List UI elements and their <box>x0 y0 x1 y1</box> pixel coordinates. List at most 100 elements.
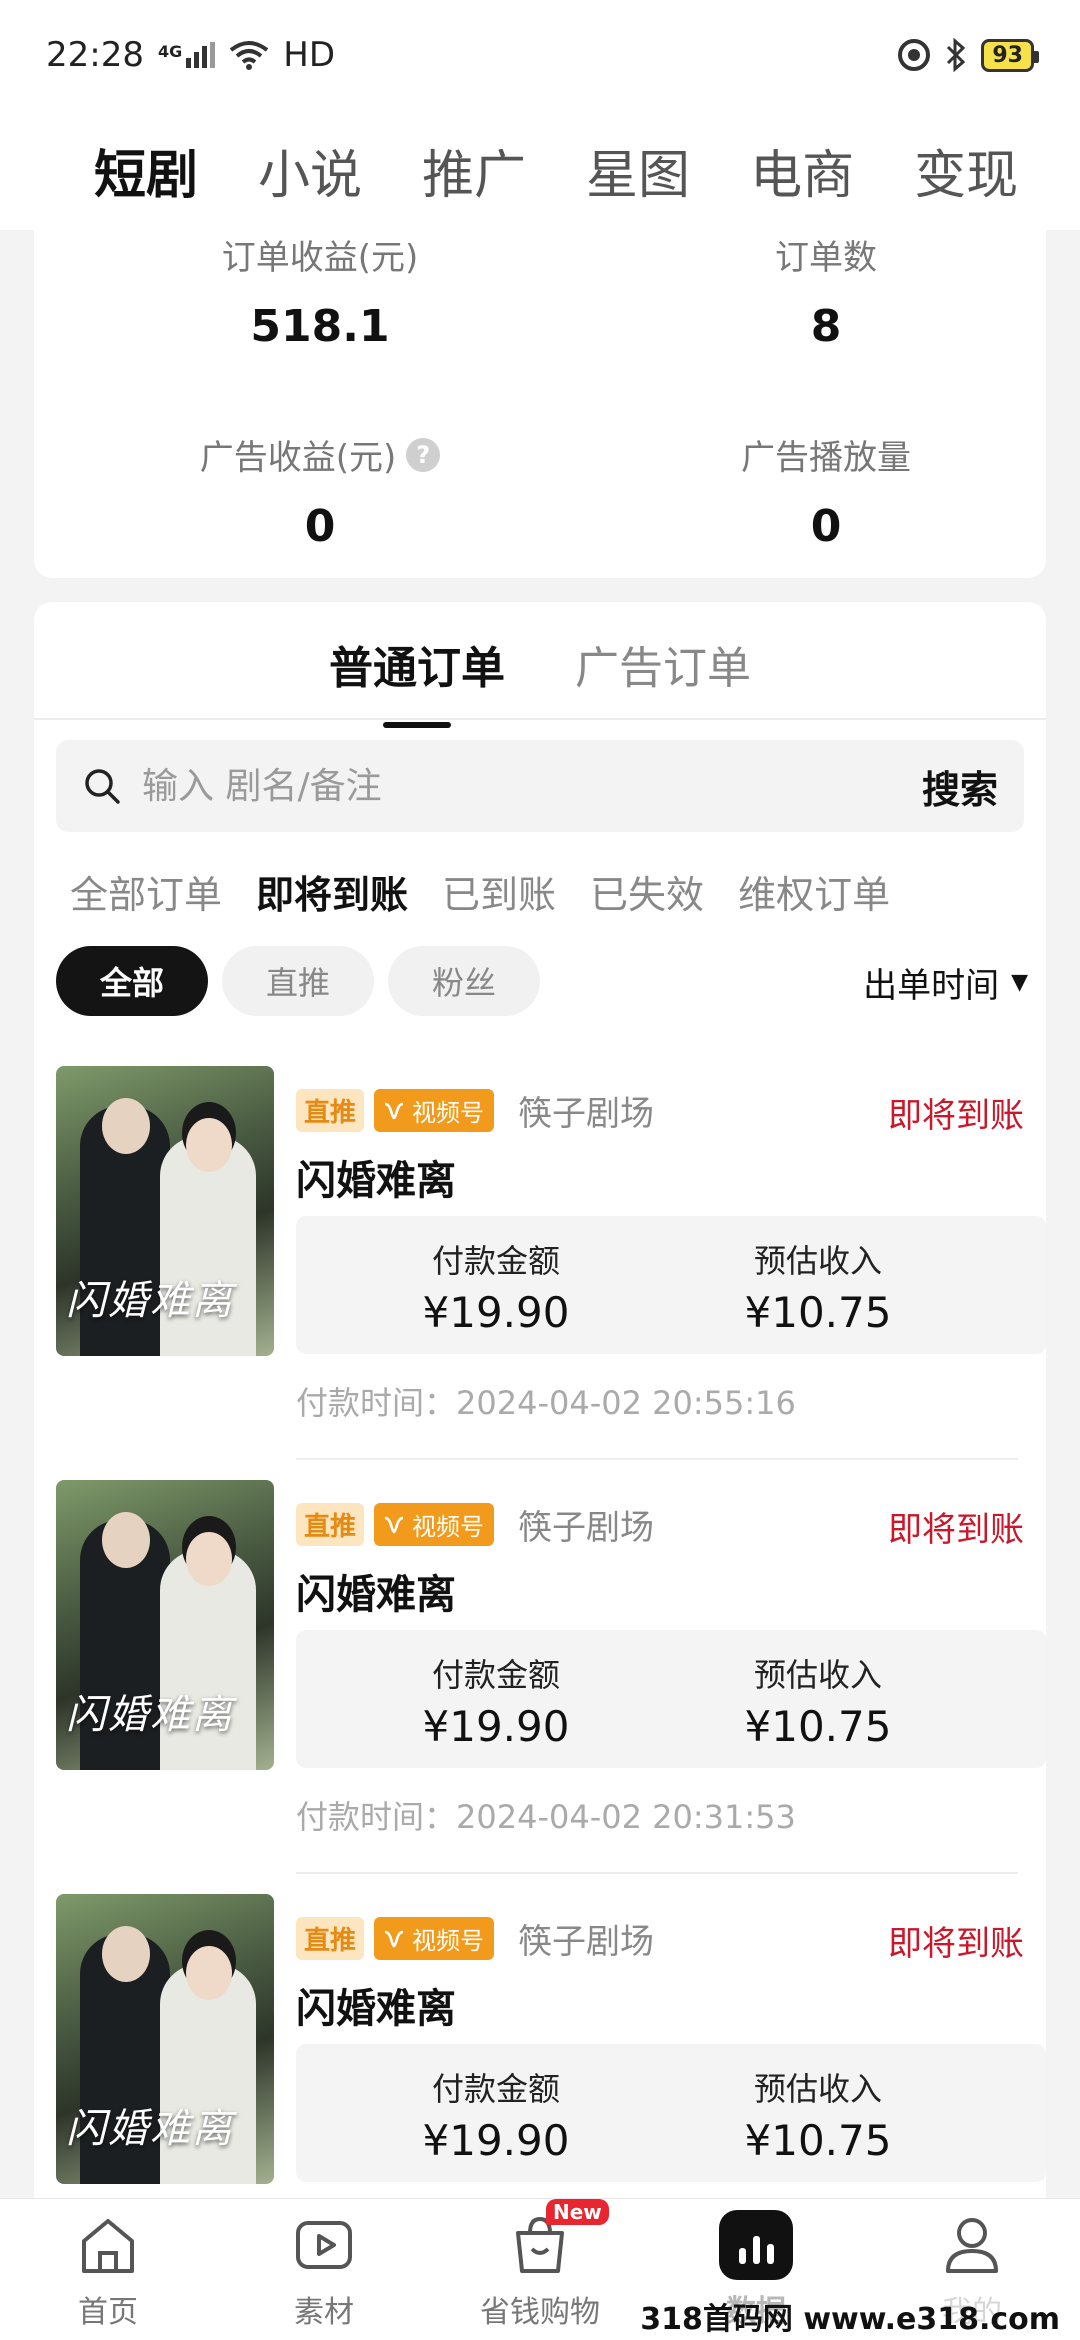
pay-amount-label: 付款金额 <box>431 2070 560 2108</box>
filter-received[interactable]: 已到账 <box>442 864 556 919</box>
nav-material[interactable]: 素材 <box>234 2209 414 2331</box>
filter-dispute[interactable]: 维权订单 <box>738 864 890 919</box>
amount-box: 付款金额 ¥19.90 预估收入 ¥10.75 <box>296 2044 1046 2182</box>
direct-tag: 直推 <box>296 1089 365 1132</box>
drama-title: 闪婚难离 <box>296 1572 456 1618</box>
nav-home[interactable]: 首页 <box>18 2209 198 2331</box>
channel-label: 视频号 <box>412 1099 485 1127</box>
hd-label: HD <box>283 35 335 75</box>
order-income-metric: 订单收益(元) 518.1 <box>120 230 520 352</box>
source-chips: 全部 直推 粉丝 <box>56 946 541 1016</box>
ad-plays-metric: 广告播放量 0 <box>626 430 1026 552</box>
bluetooth-icon <box>947 38 966 72</box>
nav-home-label: 首页 <box>78 2294 138 2330</box>
order-status: 即将到账 <box>888 1924 1024 1964</box>
estimated-income-label: 预估收入 <box>753 2070 882 2108</box>
search-bar: 搜索 <box>56 740 1024 832</box>
battery-indicator: 93 <box>981 38 1039 72</box>
video-channel-icon <box>384 1516 404 1533</box>
nav-shopping-label: 省钱购物 <box>480 2294 600 2330</box>
tab-ecommerce[interactable]: 电商 <box>750 133 854 208</box>
search-input[interactable] <box>142 765 922 807</box>
channel-label: 视频号 <box>412 1513 485 1541</box>
order-count-label: 订单数 <box>775 238 877 278</box>
drama-poster: 闪婚难离 <box>56 1894 274 2184</box>
network-icon: 4G <box>157 42 216 68</box>
ad-plays-value: 0 <box>810 501 842 552</box>
pay-amount-value: ¥19.90 <box>422 1702 570 1751</box>
status-filters: 全部订单 即将到账 已到账 已失效 维权订单 <box>70 864 890 919</box>
pay-amount: 付款金额 ¥19.90 <box>336 2064 656 2165</box>
order-tags: 直推 视频号 筷子剧场 <box>296 1500 654 1549</box>
search-icon <box>85 769 120 804</box>
video-channel-icon <box>384 1102 404 1119</box>
tab-star-map[interactable]: 星图 <box>586 133 690 208</box>
nav-shopping[interactable]: New 省钱购物 <box>450 2198 630 2331</box>
network-label: 4G <box>157 42 183 61</box>
order-type-tabs: 普通订单 广告订单 <box>34 602 1046 720</box>
chip-fans[interactable]: 粉丝 <box>388 946 541 1016</box>
order-tags: 直推 视频号 筷子剧场 <box>296 1914 654 1963</box>
nav-material-label: 素材 <box>294 2294 354 2330</box>
tab-normal-orders[interactable]: 普通订单 <box>329 624 505 696</box>
divider <box>296 1872 1018 1874</box>
amount-box: 付款金额 ¥19.90 预估收入 ¥10.75 <box>296 1630 1046 1768</box>
pay-amount-label: 付款金额 <box>431 1656 560 1694</box>
new-badge: New <box>546 2198 609 2225</box>
status-time: 22:28 <box>46 35 144 75</box>
focus-mode-icon <box>898 39 931 71</box>
poster-title: 闪婚难离 <box>66 1692 234 1738</box>
ad-income-value: 0 <box>304 501 336 552</box>
pay-time: 付款时间：2024-04-02 20:31:53 <box>296 1798 796 1836</box>
chip-all[interactable]: 全部 <box>56 946 209 1016</box>
divider <box>296 1458 1018 1460</box>
order-income-value: 518.1 <box>250 301 390 352</box>
status-bar: 22:28 4G HD 93 <box>0 0 1080 110</box>
tab-monetize[interactable]: 变现 <box>914 133 1018 208</box>
orders-card: 普通订单 广告订单 搜索 全部订单 即将到账 已到账 已失效 维权订单 全部 直… <box>34 602 1046 2202</box>
data-chart-icon <box>719 2209 793 2280</box>
video-channel-icon <box>384 1930 404 1947</box>
estimated-income: 预估收入 ¥10.75 <box>658 1650 978 1751</box>
order-item[interactable]: 闪婚难离 直推 视频号 筷子剧场 即将到账 闪婚难离 付款金额 ¥19.90 预… <box>56 1066 1046 1480</box>
watermark: 318首码网 www.e318.com <box>634 2294 1066 2338</box>
estimated-income-value: ¥10.75 <box>744 2116 892 2165</box>
estimated-income-value: ¥10.75 <box>744 1288 892 1337</box>
user-icon <box>946 2217 998 2273</box>
status-right: 93 <box>897 38 1039 72</box>
pay-time: 付款时间：2024-04-02 20:55:16 <box>296 1384 796 1422</box>
poster-title: 闪婚难离 <box>66 1278 234 1324</box>
ad-income-metric: 广告收益(元) ? 0 <box>120 430 520 552</box>
pay-amount-label: 付款金额 <box>431 1242 560 1280</box>
caret-down-icon: ▼ <box>1011 970 1028 995</box>
filter-expired[interactable]: 已失效 <box>590 864 704 919</box>
category-tabs: 短剧 小说 推广 星图 电商 变现 <box>0 110 1080 230</box>
help-icon[interactable]: ? <box>406 437 441 472</box>
search-button[interactable]: 搜索 <box>922 759 998 814</box>
drama-title: 闪婚难离 <box>296 1986 456 2032</box>
order-tags: 直推 视频号 筷子剧场 <box>296 1086 654 1135</box>
pay-amount-value: ¥19.90 <box>422 1288 570 1337</box>
channel-tag: 视频号 <box>374 1089 495 1132</box>
filter-all-orders[interactable]: 全部订单 <box>70 864 222 919</box>
filter-pending[interactable]: 即将到账 <box>256 864 408 919</box>
estimated-income-label: 预估收入 <box>753 1656 882 1694</box>
signal-icon <box>186 42 216 68</box>
tab-novel[interactable]: 小说 <box>258 133 362 208</box>
pay-amount: 付款金额 ¥19.90 <box>336 1236 656 1337</box>
sort-label: 出单时间 <box>863 966 1000 1006</box>
chip-direct[interactable]: 直推 <box>222 946 375 1016</box>
channel-label: 视频号 <box>412 1927 485 1955</box>
tab-short-drama[interactable]: 短剧 <box>94 133 198 208</box>
theater-name: 筷子剧场 <box>518 1508 655 1548</box>
channel-tag: 视频号 <box>374 1503 495 1546</box>
amount-box: 付款金额 ¥19.90 预估收入 ¥10.75 <box>296 1216 1046 1354</box>
summary-card: 订单收益(元) 518.1 订单数 8 广告收益(元) ? 0 广告播放量 0 <box>34 230 1046 578</box>
order-item[interactable]: 闪婚难离 直推 视频号 筷子剧场 即将到账 闪婚难离 付款金额 ¥19.90 预… <box>56 1480 1046 1894</box>
sort-dropdown[interactable]: 出单时间 ▼ <box>863 958 1028 1007</box>
drama-poster: 闪婚难离 <box>56 1480 274 1770</box>
play-icon <box>296 2220 352 2269</box>
tab-promotion[interactable]: 推广 <box>422 133 526 208</box>
tab-ad-orders[interactable]: 广告订单 <box>575 624 751 696</box>
order-item[interactable]: 闪婚难离 直推 视频号 筷子剧场 即将到账 闪婚难离 付款金额 ¥19.90 预… <box>56 1894 1046 2202</box>
